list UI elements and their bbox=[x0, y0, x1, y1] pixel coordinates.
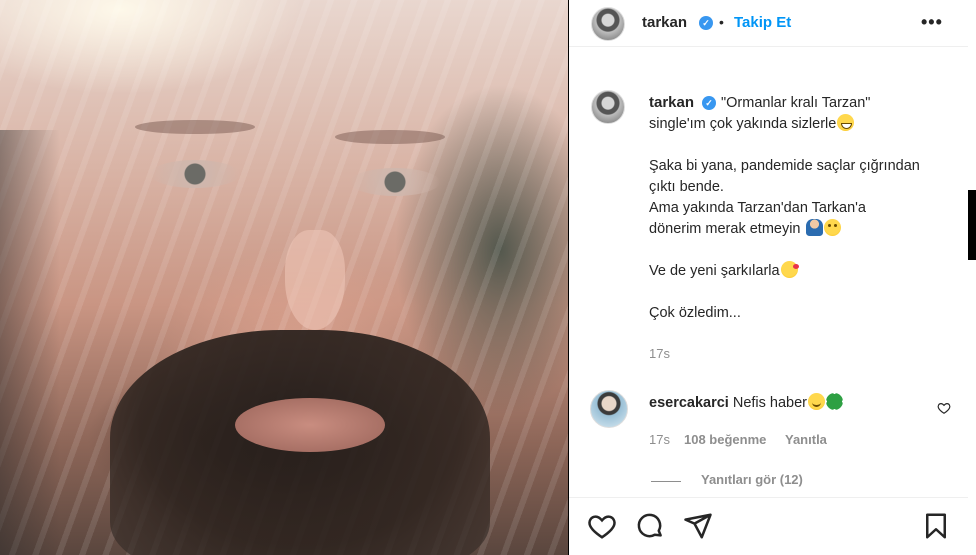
caption-line: Ve de yeni şarkılarla bbox=[649, 261, 959, 282]
caption-line: Ama yakında Tarzan'dan Tarkan'a bbox=[649, 200, 866, 216]
comment: esercakarci Nefis haber bbox=[649, 393, 844, 411]
smile-emoji-icon bbox=[808, 393, 826, 410]
comment-reply-button[interactable]: Yanıtla bbox=[785, 432, 827, 447]
comment-likes[interactable]: 108 beğenme bbox=[684, 432, 766, 447]
photo-eye-left bbox=[150, 160, 240, 188]
caption-line: çıktı bende. bbox=[649, 179, 724, 195]
caption-line: "Ormanlar kralı Tarzan" bbox=[721, 95, 871, 111]
comment-icon[interactable] bbox=[635, 511, 665, 541]
photo-lips bbox=[235, 398, 385, 452]
replies-divider bbox=[651, 481, 681, 482]
photo-nose bbox=[285, 230, 345, 330]
photo-eye-right bbox=[350, 168, 440, 196]
caption-line: single'ım çok yakında sizlerle bbox=[649, 114, 959, 135]
post-side-panel: tarkan ✓ • Takip Et ••• tarkan ✓ "Ormanl… bbox=[569, 0, 968, 555]
grin-emoji-icon bbox=[837, 114, 855, 131]
post-caption: "Ormanlar kralı Tarzan" single'ım çok ya… bbox=[649, 93, 959, 324]
avatar[interactable] bbox=[591, 7, 625, 41]
follow-button[interactable]: Takip Et bbox=[734, 14, 791, 31]
caption-line: Şaka bi yana, pandemide saçlar çığrından bbox=[649, 158, 920, 174]
heart-icon[interactable] bbox=[587, 511, 617, 541]
bookmark-icon[interactable] bbox=[921, 511, 951, 541]
wink-emoji-icon bbox=[823, 219, 841, 236]
comment-like-heart-icon[interactable] bbox=[937, 401, 951, 415]
caption-line: Çok özledim... bbox=[649, 305, 741, 321]
verified-badge-icon: ✓ bbox=[699, 16, 713, 30]
post-timestamp[interactable]: 17s bbox=[649, 346, 670, 361]
edge-strip bbox=[968, 0, 976, 190]
more-options-icon[interactable]: ••• bbox=[921, 12, 943, 33]
comment-avatar[interactable] bbox=[590, 390, 628, 428]
caption-line: dönerim merak etmeyin bbox=[649, 219, 959, 240]
caption-avatar[interactable] bbox=[591, 90, 625, 124]
header-username[interactable]: tarkan bbox=[642, 14, 687, 31]
action-bar bbox=[569, 497, 968, 555]
separator-dot: • bbox=[719, 14, 724, 30]
clover-emoji-icon bbox=[826, 393, 844, 410]
photo-brow-right bbox=[335, 130, 445, 144]
comment-time[interactable]: 17s bbox=[649, 432, 670, 447]
post-header: tarkan ✓ • Takip Et ••• bbox=[569, 0, 968, 47]
edge-strip bbox=[968, 260, 976, 555]
post-photo[interactable] bbox=[0, 0, 568, 555]
view-replies-button[interactable]: Yanıtları gör (12) bbox=[701, 472, 803, 487]
photo-brow-left bbox=[135, 120, 255, 134]
share-icon[interactable] bbox=[683, 511, 713, 541]
page-edge bbox=[968, 0, 976, 555]
person-emoji-icon bbox=[805, 219, 823, 236]
photo-hair bbox=[0, 130, 60, 555]
comment-text: Nefis haber bbox=[732, 395, 808, 411]
kiss-emoji-icon bbox=[780, 261, 799, 278]
comment-username[interactable]: esercakarci bbox=[649, 395, 729, 411]
